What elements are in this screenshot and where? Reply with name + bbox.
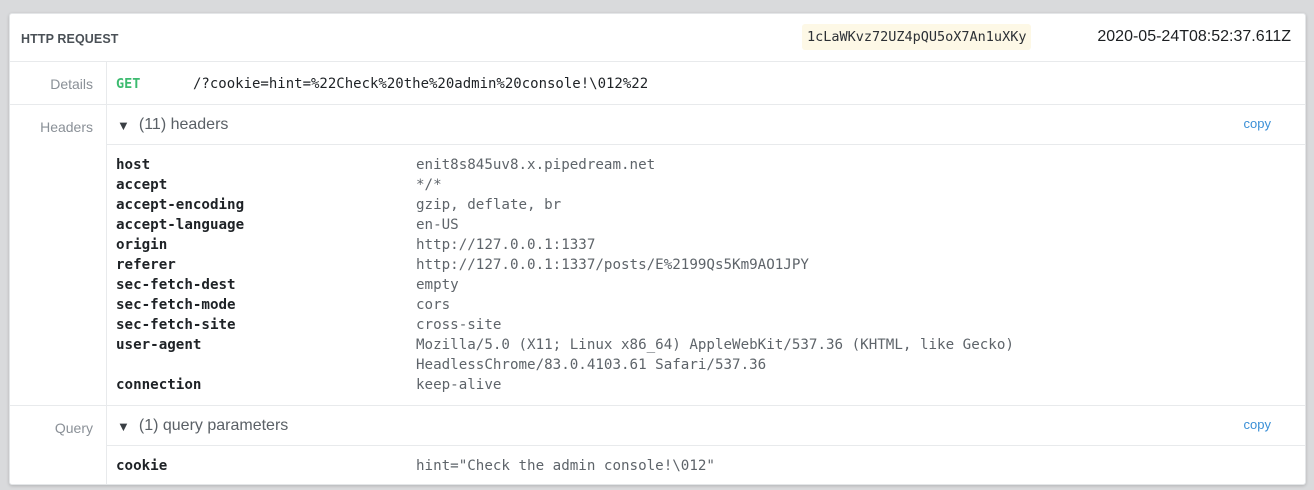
headers-table: host enit8s845uv8.x.pipedream.net accept */… <box>107 145 1305 405</box>
header-row-key: accept-encoding <box>116 197 245 213</box>
header-row-key: referer <box>116 257 176 273</box>
header-row: accept-language en-US <box>116 215 1305 235</box>
headers-copy-link[interactable]: copy <box>1244 116 1271 131</box>
details-row: Details GET /?cookie=hint=%22Check%20the… <box>10 62 1305 105</box>
query-table: cookie hint="Check the admin console!\012… <box>107 446 1305 484</box>
header-row-value: en-US <box>416 217 459 233</box>
header-row-value: enit8s845uv8.x.pipedream.net <box>416 157 656 173</box>
header-row-key: accept <box>116 177 168 193</box>
card-header: HTTP REQUEST 1cLaWKvz72UZ4pQU5oX7An1uXKy… <box>10 14 1305 62</box>
header-row: referer http://127.0.0.1:1337/posts/E%219… <box>116 255 1305 275</box>
header-row: host enit8s845uv8.x.pipedream.net <box>116 155 1305 175</box>
header-row-value: gzip, deflate, br <box>416 197 562 213</box>
header-row-value: empty <box>416 277 459 293</box>
header-row-value: Mozilla/5.0 (X11; Linux x86_64) AppleWeb… <box>416 337 1014 373</box>
header-row-value: http://127.0.0.1:1337 <box>416 237 596 253</box>
headers-label: Headers <box>10 105 107 405</box>
header-row: accept */* <box>116 175 1305 195</box>
query-section-head: ▼ (1) query parameters copy <box>107 406 1305 446</box>
query-section: Query ▼ (1) query parameters copy cookie… <box>10 406 1305 484</box>
header-row-key: sec-fetch-dest <box>116 277 236 293</box>
query-param-row: cookie hint="Check the admin console!\012… <box>116 456 1305 476</box>
query-label: Query <box>10 406 107 484</box>
card-title: HTTP REQUEST <box>21 32 119 46</box>
query-summary: (1) query parameters <box>138 417 289 434</box>
collapse-triangle-icon: ▼ <box>117 117 130 133</box>
header-row-value: cors <box>416 297 451 313</box>
headers-summary: (11) headers <box>138 116 229 133</box>
query-param-row-value: hint="Check the admin console!\012" <box>416 458 715 474</box>
header-row-value: http://127.0.0.1:1337/posts/E%2199Qs5Km9… <box>416 257 809 273</box>
collapse-triangle-icon: ▼ <box>117 418 130 434</box>
http-request-card: HTTP REQUEST 1cLaWKvz72UZ4pQU5oX7An1uXKy… <box>9 13 1306 485</box>
headers-content: ▼ (11) headers copy host enit8s845uv8.x.p… <box>107 105 1305 405</box>
request-path: /?cookie=hint=%22Check%20the%20admin%20c… <box>193 76 649 92</box>
headers-section-head: ▼ (11) headers copy <box>107 105 1305 145</box>
header-row-key: user-agent <box>116 337 202 353</box>
header-row-key: host <box>116 157 151 173</box>
header-row: user-agent Mozilla/5.0 (X11; Linux x86_64… <box>116 335 1305 375</box>
header-row-key: origin <box>116 237 168 253</box>
query-param-row-key: cookie <box>116 458 168 474</box>
request-timestamp: 2020-05-24T08:52:37.611Z <box>1097 28 1291 45</box>
details-label: Details <box>10 62 107 104</box>
header-row-value: cross-site <box>416 317 502 333</box>
header-row: origin http://127.0.0.1:1337 <box>116 235 1305 255</box>
header-row-key: sec-fetch-mode <box>116 297 236 313</box>
header-row: connection keep-alive <box>116 375 1305 395</box>
header-row: sec-fetch-site cross-site <box>116 315 1305 335</box>
header-row-key: connection <box>116 377 202 393</box>
header-row-value: */* <box>416 177 442 193</box>
headers-toggle[interactable]: ▼ (11) headers <box>117 116 228 134</box>
header-row-key: accept-language <box>116 217 245 233</box>
query-toggle[interactable]: ▼ (1) query parameters <box>117 417 288 435</box>
header-row: sec-fetch-dest empty <box>116 275 1305 295</box>
header-row-value: keep-alive <box>416 377 502 393</box>
headers-section: Headers ▼ (11) headers copy host enit8s84… <box>10 105 1305 406</box>
header-row: sec-fetch-mode cors <box>116 295 1305 315</box>
header-row: accept-encoding gzip, deflate, br <box>116 195 1305 215</box>
query-copy-link[interactable]: copy <box>1244 417 1271 432</box>
query-content: ▼ (1) query parameters copy cookie hint="… <box>107 406 1305 484</box>
header-row-key: sec-fetch-site <box>116 317 236 333</box>
http-method: GET <box>116 76 141 92</box>
details-content: GET /?cookie=hint=%22Check%20the%20admin… <box>107 62 1305 104</box>
request-id-badge[interactable]: 1cLaWKvz72UZ4pQU5oX7An1uXKy <box>802 24 1032 50</box>
